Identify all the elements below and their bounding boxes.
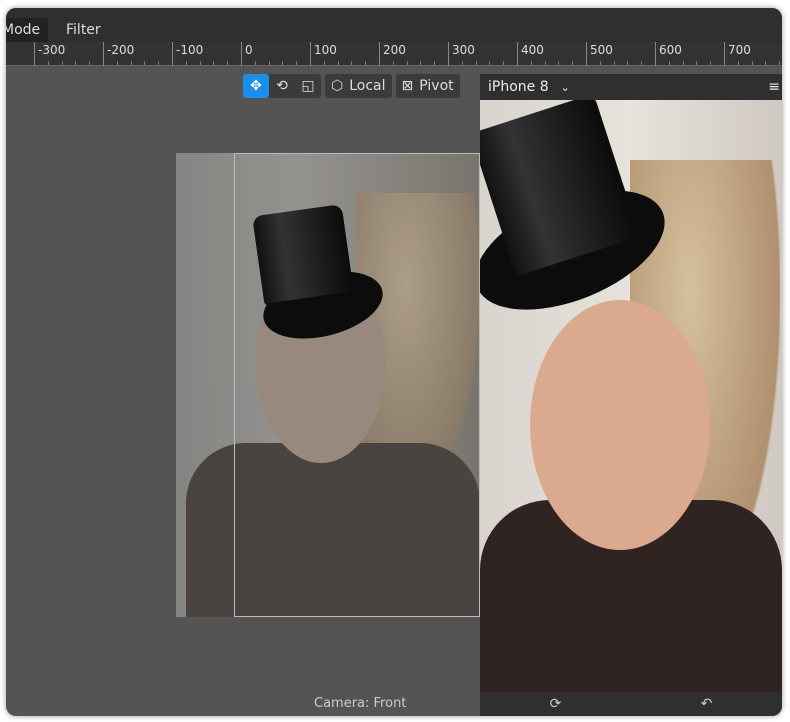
ruler-label: 100 xyxy=(314,43,337,57)
menu-bar: Mode Filter xyxy=(6,8,782,42)
ruler-minor-tick xyxy=(365,61,367,65)
pivot-icon: ⊠ xyxy=(401,78,414,94)
ruler-minor-tick xyxy=(737,61,739,65)
menu-mode[interactable]: Mode xyxy=(6,18,49,42)
ruler-tick: -300 xyxy=(34,42,65,66)
ruler-minor-tick xyxy=(489,61,491,65)
ruler-minor-tick xyxy=(613,61,615,65)
pivot-button[interactable]: ⊠ Pivot xyxy=(395,74,460,98)
hamburger-icon[interactable]: ≡ xyxy=(768,79,780,95)
ruler-minor-tick xyxy=(434,61,436,65)
ruler-minor-tick xyxy=(696,61,698,65)
ruler-label: 0 xyxy=(245,43,253,57)
ruler-minor-tick xyxy=(116,61,118,65)
ruler-minor-tick xyxy=(282,61,284,65)
ruler-label: 300 xyxy=(452,43,475,57)
ruler-minor-tick xyxy=(627,61,629,65)
scale-tool-button[interactable]: ◱ xyxy=(295,74,321,98)
ruler-minor-tick xyxy=(392,61,394,65)
ruler-minor-tick xyxy=(75,61,77,65)
ruler-minor-tick xyxy=(544,61,546,65)
ruler-tick: 300 xyxy=(448,42,475,66)
ruler-minor-tick xyxy=(337,61,339,65)
rotate-tool-button[interactable]: ⟲ xyxy=(269,74,295,98)
rotate-device-icon[interactable]: ↶ xyxy=(701,696,713,712)
ruler-minor-tick xyxy=(213,61,215,65)
ruler-minor-tick xyxy=(558,61,560,65)
ruler-label: -100 xyxy=(176,43,204,57)
move-icon: ✥ xyxy=(250,78,262,94)
cube-icon: ⬡ xyxy=(331,78,344,94)
ruler-minor-tick xyxy=(47,61,49,65)
simulator-footer: ⟳ ↶ xyxy=(480,692,782,716)
ruler-tick: -100 xyxy=(172,42,203,66)
ruler-tick: 400 xyxy=(517,42,544,66)
ruler-label: -300 xyxy=(38,43,66,57)
ruler-minor-tick xyxy=(599,61,601,65)
chevron-down-icon: ⌄ xyxy=(560,80,570,94)
scale-icon: ◱ xyxy=(301,78,315,94)
transform-toolbar: ✥ ⟲ ◱ ⬡ Local ⊠ Pivot xyxy=(243,74,460,98)
ruler-minor-tick xyxy=(144,61,146,65)
ruler-tick: 500 xyxy=(586,42,613,66)
ruler-minor-tick xyxy=(503,61,505,65)
move-tool-button[interactable]: ✥ xyxy=(243,74,269,98)
ruler-label: 200 xyxy=(383,43,406,57)
device-name: iPhone 8 xyxy=(488,79,549,95)
ruler-minor-tick xyxy=(323,61,325,65)
ruler-minor-tick xyxy=(254,61,256,65)
ruler-minor-tick xyxy=(130,61,132,65)
ruler-tick: 700 xyxy=(724,42,751,66)
camera-label: Camera: Front xyxy=(314,696,407,711)
ruler-minor-tick xyxy=(268,61,270,65)
pivot-label: Pivot xyxy=(419,78,454,94)
ruler-minor-tick xyxy=(530,61,532,65)
ruler-minor-tick xyxy=(572,61,574,65)
ruler-tick: -200 xyxy=(103,42,134,66)
ruler-label: 400 xyxy=(521,43,544,57)
device-selector[interactable]: iPhone 8 ⌄ ≡ xyxy=(480,74,782,100)
ruler-minor-tick xyxy=(420,61,422,65)
ruler-label: 500 xyxy=(590,43,613,57)
local-label: Local xyxy=(349,78,386,94)
ruler-minor-tick xyxy=(641,61,643,65)
ruler-minor-tick xyxy=(461,61,463,65)
ruler-label: -200 xyxy=(107,43,135,57)
ruler-minor-tick xyxy=(89,61,91,65)
ruler-minor-tick xyxy=(199,61,201,65)
ruler-minor-tick xyxy=(751,61,753,65)
rotate-icon: ⟲ xyxy=(276,78,288,94)
hat-object[interactable] xyxy=(252,204,390,350)
ruler-minor-tick xyxy=(296,61,298,65)
ruler-minor-tick xyxy=(61,61,63,65)
ruler-minor-tick xyxy=(185,61,187,65)
ruler-label: 700 xyxy=(728,43,751,57)
camera-flip-icon[interactable]: ⟳ xyxy=(550,696,562,712)
ruler-minor-tick xyxy=(668,61,670,65)
ruler-tick: 600 xyxy=(655,42,682,66)
ruler-minor-tick xyxy=(682,61,684,65)
ruler-minor-tick xyxy=(406,61,408,65)
simulator-panel: iPhone 8 ⌄ ≡ ⟳ ↶ xyxy=(480,74,782,716)
ruler-tick: 100 xyxy=(310,42,337,66)
ruler-minor-tick xyxy=(475,61,477,65)
ruler-tick: 200 xyxy=(379,42,406,66)
ruler-minor-tick xyxy=(710,61,712,65)
app-window: Mode Filter -300 -200 -100 0 100 200 300 400 500… xyxy=(6,8,782,716)
ruler-minor-tick xyxy=(227,61,229,65)
ruler-minor-tick xyxy=(351,61,353,65)
simulator-preview-image xyxy=(480,100,782,692)
menu-filter[interactable]: Filter xyxy=(66,22,101,38)
hat-object-preview xyxy=(480,100,682,334)
horizontal-ruler: -300 -200 -100 0 100 200 300 400 500 600 700 xyxy=(6,42,782,66)
local-button[interactable]: ⬡ Local xyxy=(325,74,392,98)
ruler-label: 600 xyxy=(659,43,682,57)
ruler-minor-tick xyxy=(779,61,781,65)
ruler-minor-tick xyxy=(158,61,160,65)
ruler-minor-tick xyxy=(765,61,767,65)
ruler-tick: 0 xyxy=(241,42,253,66)
